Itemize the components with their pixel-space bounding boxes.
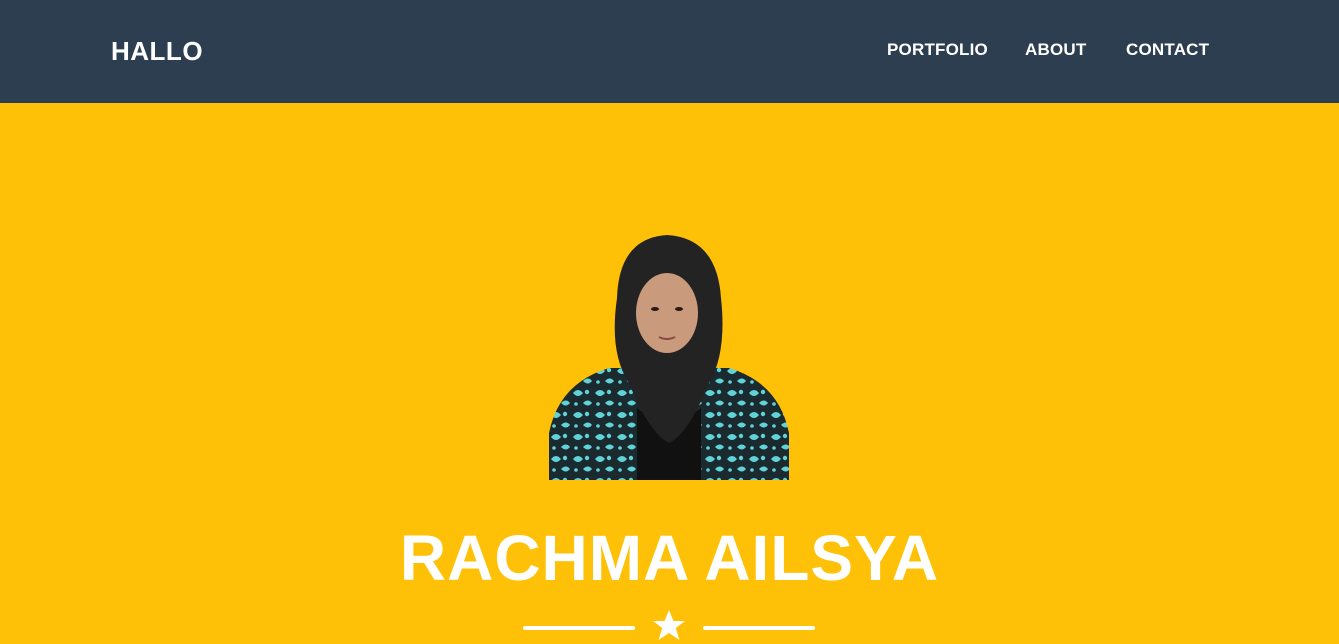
navbar: HALLO PORTFOLIO ABOUT CONTACT: [0, 0, 1339, 103]
divider-line-left: [523, 626, 635, 630]
profile-name: RACHMA AILSYA: [399, 522, 940, 594]
brand-link[interactable]: HALLO: [111, 36, 203, 66]
star-icon: [653, 610, 685, 640]
nav-link-portfolio[interactable]: PORTFOLIO: [887, 40, 988, 60]
nav-link-about[interactable]: ABOUT: [1025, 40, 1086, 60]
divider-line-right: [703, 626, 815, 630]
nav-link-contact[interactable]: CONTACT: [1126, 40, 1209, 60]
star-divider: [523, 608, 815, 640]
avatar: [549, 233, 789, 480]
